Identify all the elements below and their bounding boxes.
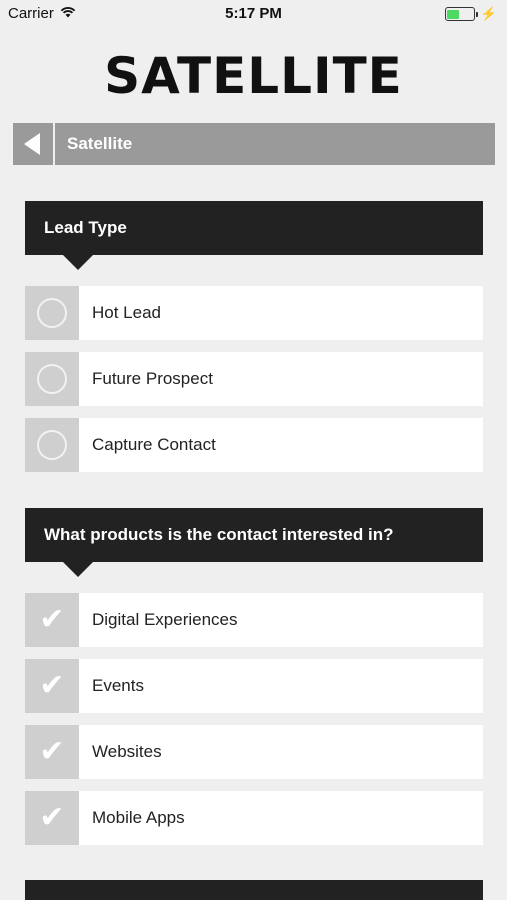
radio-button[interactable] (25, 352, 79, 406)
checkmark-icon: ✔ (39, 668, 65, 703)
radio-button[interactable] (25, 418, 79, 472)
back-arrow-icon (24, 133, 40, 155)
option-label: Digital Experiences (92, 610, 238, 629)
radio-circle-icon (37, 430, 67, 460)
checkmark-icon: ✔ (39, 800, 65, 835)
checkbox-option-events[interactable]: ✔ Events (25, 659, 483, 713)
checkmark-icon: ✔ (39, 602, 65, 637)
header-pointer (63, 255, 93, 270)
checkbox-option-websites[interactable]: ✔ Websites (25, 725, 483, 779)
checkbox[interactable]: ✔ (25, 659, 79, 713)
header-pointer (63, 562, 93, 577)
lead-type-title: Lead Type (44, 218, 127, 237)
products-header: What products is the contact interested … (25, 508, 483, 577)
charging-icon: ⚡ (480, 6, 497, 21)
radio-button[interactable] (25, 286, 79, 340)
option-label: Websites (92, 742, 162, 761)
option-label: Hot Lead (92, 303, 161, 322)
radio-option-hot-lead[interactable]: Hot Lead (25, 286, 483, 340)
radio-option-capture-contact[interactable]: Capture Contact (25, 418, 483, 472)
option-label: Events (92, 676, 144, 695)
next-section-header (25, 880, 483, 900)
option-label: Capture Contact (92, 435, 216, 454)
status-time: 5:17 PM (225, 5, 282, 22)
lead-type-header: Lead Type (25, 201, 483, 270)
status-bar: Carrier 5:17 PM ⚡ (0, 0, 507, 28)
radio-option-future-prospect[interactable]: Future Prospect (25, 352, 483, 406)
battery-level (447, 9, 459, 19)
checkbox[interactable]: ✔ (25, 791, 79, 845)
checkmark-icon: ✔ (39, 734, 65, 769)
checkbox[interactable]: ✔ (25, 593, 79, 647)
back-button[interactable] (13, 123, 55, 165)
status-right: ⚡ (444, 6, 497, 22)
option-label: Future Prospect (92, 369, 213, 388)
checkbox-option-digital-experiences[interactable]: ✔ Digital Experiences (25, 593, 483, 647)
checkbox[interactable]: ✔ (25, 725, 79, 779)
checkbox-option-mobile-apps[interactable]: ✔ Mobile Apps (25, 791, 483, 845)
navigation-bar: Satellite (13, 123, 495, 165)
battery-icon (444, 7, 478, 21)
app-logo: SATELLITE (104, 47, 403, 105)
radio-circle-icon (37, 364, 67, 394)
radio-circle-icon (37, 298, 67, 328)
products-title: What products is the contact interested … (44, 525, 394, 544)
option-label: Mobile Apps (92, 808, 185, 827)
nav-title: Satellite (67, 134, 133, 153)
